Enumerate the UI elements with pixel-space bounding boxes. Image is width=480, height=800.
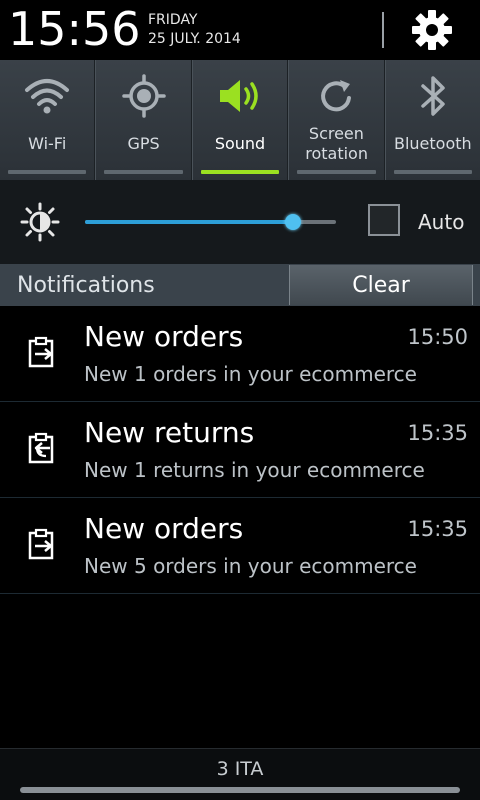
notification-item[interactable]: New orders 15:35 New 5 orders in your ec… [0,498,480,594]
toggle-gps[interactable]: GPS [95,60,192,180]
header-divider [382,12,384,48]
toggle-sound[interactable]: Sound [191,60,289,180]
notifications-header: Notifications Clear [0,264,480,306]
brightness-icon [18,200,62,244]
notification-item[interactable]: New returns 15:35 New 1 returns in your … [0,402,480,498]
notification-shade: 15:56 FRIDAY 25 JULY. 2014 Wi-Fi GPS Sou… [0,0,480,800]
notifications-title: Notifications [17,273,155,298]
screen-rotation-icon [321,80,352,112]
shade-drag-handle[interactable] [20,787,460,793]
slider-thumb[interactable] [285,214,302,230]
carrier-name: 3 ITA [216,758,264,780]
brightness-slider[interactable] [85,214,336,230]
notification-body: New 1 returns in your ecommerce [84,458,425,482]
day-of-week: FRIDAY [148,12,198,28]
order-clipboard-icon [28,528,54,560]
notification-body: New 5 orders in your ecommerce [84,554,417,578]
gps-icon [121,74,166,118]
toggle-label: Wi-Fi [28,134,67,153]
toggle-indicator [104,170,183,174]
toggle-screen-rotation[interactable]: Screen rotation [288,60,385,180]
date: 25 JULY. 2014 [148,31,241,47]
brightness-row: Auto [0,180,480,264]
notification-title: New orders [84,512,244,545]
auto-brightness-checkbox[interactable] [368,204,400,236]
notification-time: 15:50 [407,325,468,349]
settings-button[interactable] [404,4,460,56]
toggle-label: Bluetooth [393,134,472,153]
toggle-bluetooth[interactable]: Bluetooth [384,60,480,180]
toggle-label: Sound [214,134,266,153]
notification-title: New orders [84,320,244,353]
notification-title: New returns [84,416,255,449]
return-clipboard-icon [28,432,54,464]
clear-button[interactable]: Clear [289,265,473,305]
notification-list: New orders 15:50 New 1 orders in your ec… [0,306,480,594]
wifi-icon [25,79,70,114]
notification-body: New 1 orders in your ecommerce [84,362,417,386]
toggle-label: Screen rotation [305,124,368,163]
bluetooth-icon [421,76,445,116]
clock: 15:56 [8,2,141,56]
toggle-label: GPS [127,134,160,153]
toggle-indicator [297,170,376,174]
status-header: 15:56 FRIDAY 25 JULY. 2014 [0,0,480,60]
notification-time: 15:35 [407,421,468,445]
sound-icon [220,80,258,112]
quick-settings-panel: Wi-Fi GPS Sound Screen rotation Bluetoot… [0,60,480,180]
toggle-indicator [393,170,473,174]
carrier-bar: 3 ITA [0,748,480,800]
notification-item[interactable]: New orders 15:50 New 1 orders in your ec… [0,306,480,402]
gear-icon [412,10,452,50]
notification-time: 15:35 [407,517,468,541]
auto-brightness-label: Auto [418,210,465,234]
slider-fill [85,220,294,224]
toggle-indicator [8,170,87,174]
toggle-wifi[interactable]: Wi-Fi [0,60,96,180]
toggle-indicator [200,170,280,174]
order-clipboard-icon [28,336,54,368]
